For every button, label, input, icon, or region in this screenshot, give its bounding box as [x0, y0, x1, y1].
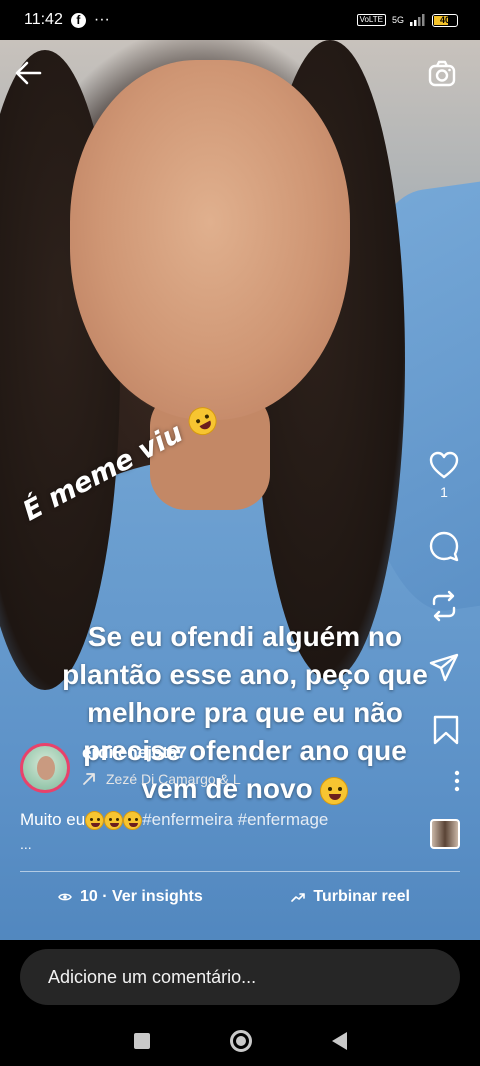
trending-arrow-icon [83, 773, 95, 785]
save-action[interactable] [432, 714, 460, 746]
author-row[interactable]: erdilenejota7 Zezé Di Camargo & L [20, 743, 241, 793]
audio-thumbnail[interactable] [430, 819, 460, 849]
status-more-dots: ··· [93, 11, 110, 28]
comment-placeholder: Adicione um comentário... [48, 966, 257, 987]
divider [20, 871, 460, 872]
grin-emoji-icon [320, 776, 349, 805]
status-left: 11:42 f ··· [24, 11, 110, 29]
caption-line-2: plantão esse ano, peço que [62, 659, 428, 690]
post-description[interactable]: Muito eu #enfermeira #enfermage [20, 810, 328, 831]
insights-button[interactable]: 10 · Ver insights [58, 888, 203, 906]
face-shape [70, 60, 350, 420]
like-action[interactable]: 1 [428, 450, 460, 500]
description-prefix: Muito eu [20, 810, 86, 829]
heart-icon[interactable] [428, 450, 460, 480]
recents-button[interactable] [133, 1033, 150, 1049]
description-more[interactable]: ... [20, 836, 32, 852]
status-bar: 11:42 f ··· VoLTE 5G 40 [0, 0, 480, 40]
grin-emoji-icon [85, 811, 105, 831]
like-count: 1 [440, 484, 448, 500]
author-username[interactable]: erdilenejota7 [82, 743, 241, 763]
comment-icon[interactable] [428, 530, 460, 562]
boost-reel-button[interactable]: Turbinar reel [291, 888, 410, 906]
more-vertical-icon[interactable] [454, 770, 460, 792]
battery-icon: 40 [432, 13, 458, 27]
more-action[interactable] [454, 770, 460, 792]
author-meta: erdilenejota7 Zezé Di Camargo & L [82, 743, 241, 787]
boost-label: Turbinar reel [313, 888, 410, 905]
system-nav-bar [0, 1016, 480, 1066]
status-right: VoLTE 5G 40 [356, 13, 458, 27]
volte-badge: VoLTE [356, 14, 386, 26]
eye-icon [58, 893, 72, 901]
bookmark-icon[interactable] [432, 714, 460, 746]
audio-row[interactable]: Zezé Di Camargo & L [82, 771, 241, 787]
send-icon[interactable] [428, 652, 460, 684]
camera-icon[interactable] [428, 60, 456, 88]
status-time: 11:42 [24, 11, 63, 28]
repost-action[interactable] [428, 590, 460, 622]
comment-input[interactable]: Adicione um comentário... [20, 949, 460, 1005]
back-button[interactable] [331, 1032, 347, 1050]
repost-icon[interactable] [428, 590, 460, 622]
battery-level: 40 [439, 15, 450, 25]
audio-title: Zezé Di Camargo & L [106, 771, 241, 787]
trending-up-icon [291, 893, 306, 902]
caption-line-1: Se eu ofendi alguém no [87, 621, 403, 652]
facebook-icon: f [70, 12, 86, 28]
avatar[interactable] [20, 743, 70, 793]
grin-emoji-icon [104, 811, 124, 831]
signal-icon [410, 14, 425, 26]
comment-action[interactable] [428, 530, 460, 562]
comment-bar: Adicione um comentário... [0, 940, 480, 1016]
back-arrow-icon[interactable] [14, 60, 42, 86]
reel-video[interactable]: É meme viu Se eu ofendi alguém no plantã… [0, 40, 480, 940]
hashtags[interactable]: #enfermeira #enfermage [142, 810, 328, 829]
zany-face-emoji-icon [123, 811, 143, 831]
home-button[interactable] [229, 1030, 252, 1052]
send-action[interactable] [428, 652, 460, 684]
caption-line-3: melhore pra que eu não [87, 697, 403, 728]
network-label: 5G [391, 15, 404, 25]
insights-label: 10 · Ver insights [80, 888, 203, 905]
